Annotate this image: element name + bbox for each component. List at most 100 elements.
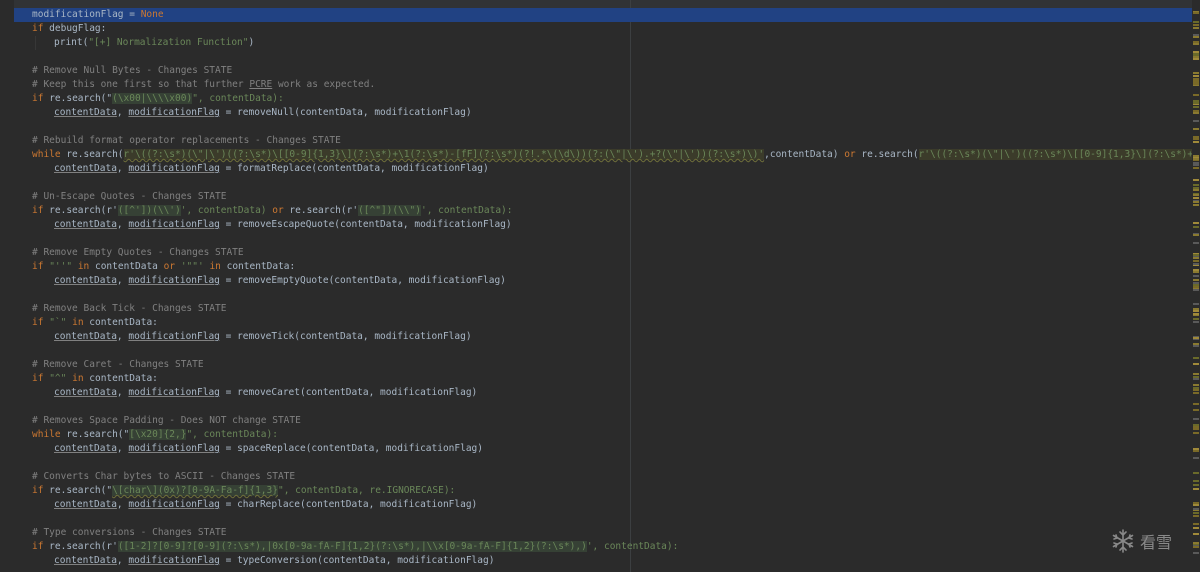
scrollbar-marker: [1193, 184, 1199, 186]
scrollbar-marker: [1193, 51, 1199, 53]
scrollbar-marker: [1193, 546, 1199, 548]
scrollbar-marker: [1193, 260, 1199, 262]
code-line[interactable]: if re.search("\[char\](0x)?[0-9A-Fa-f]{1…: [32, 484, 455, 498]
code-line[interactable]: while re.search(r'\((?:\s*)(\"|\')((?:\s…: [32, 148, 1192, 162]
code-comment[interactable]: # Remove Caret - Changes STATE: [32, 358, 204, 372]
scrollbar-marker: [1193, 313, 1199, 315]
scrollbar-marker: [1193, 484, 1199, 486]
scrollbar-marker: [1193, 102, 1199, 104]
code-editor[interactable]: modificationFlag = None if debugFlag: pr…: [0, 0, 1192, 572]
code-line[interactable]: if "`" in contentData:: [32, 316, 158, 330]
scrollbar-marker: [1193, 162, 1199, 164]
scrollbar-marker: [1193, 201, 1199, 203]
scrollbar-marker: [1193, 100, 1199, 102]
code-comment[interactable]: # Rebuild format operator replacements -…: [32, 134, 341, 148]
code-line[interactable]: if debugFlag:: [32, 22, 106, 36]
scrollbar-marker: [1193, 234, 1199, 236]
scrollbar-marker: [1193, 321, 1199, 323]
scrollbar-marker: [1193, 387, 1199, 389]
scrollbar-marker: [1193, 318, 1199, 320]
scrollbar-marker: [1193, 373, 1199, 375]
code-line[interactable]: contentData, modificationFlag = spaceRep…: [54, 442, 483, 456]
code-line[interactable]: modificationFlag = None: [14, 8, 1192, 22]
code-line[interactable]: if "''" in contentData or '""' in conten…: [32, 260, 295, 274]
code-line[interactable]: contentData, modificationFlag = removeEs…: [54, 218, 512, 232]
scrollbar-marker: [1193, 289, 1199, 291]
scrollbar-marker: [1193, 164, 1199, 166]
code-comment[interactable]: # Type conversions - Changes STATE: [32, 526, 226, 540]
code-comment[interactable]: # Keep this one first so that further PC…: [32, 78, 375, 92]
scrollbar-marker: [1193, 43, 1199, 45]
code-comment[interactable]: # Remove Null Bytes - Changes STATE: [32, 64, 232, 78]
watermark-text: 看雪: [1140, 533, 1173, 552]
scrollbar-marker: [1193, 138, 1199, 140]
code-line[interactable]: contentData, modificationFlag = charRepl…: [54, 498, 477, 512]
scrollbar-marker: [1193, 158, 1199, 160]
vertical-scrollbar[interactable]: [1192, 8, 1200, 572]
scrollbar-marker: [1193, 128, 1199, 130]
scrollbar-marker: [1193, 418, 1199, 420]
scrollbar-marker: [1193, 450, 1199, 452]
scrollbar-marker: [1193, 179, 1199, 181]
scrollbar-marker: [1193, 384, 1199, 386]
code-line[interactable]: contentData, modificationFlag = typeConv…: [54, 554, 494, 568]
scrollbar-marker: [1193, 141, 1199, 143]
scrollbar-marker: [1193, 106, 1199, 108]
scrollbar-marker: [1193, 523, 1199, 525]
scrollbar-marker: [1193, 222, 1199, 224]
scrollbar-marker: [1193, 275, 1199, 277]
code-line[interactable]: contentData, modificationFlag = removeNu…: [54, 106, 472, 120]
scrollbar-marker: [1193, 310, 1199, 312]
code-line[interactable]: contentData, modificationFlag = formatRe…: [54, 162, 489, 176]
scrollbar-marker: [1193, 58, 1199, 60]
scrollbar-marker: [1193, 472, 1199, 474]
scrollbar-marker: [1193, 504, 1199, 506]
scrollbar-marker: [1193, 279, 1199, 281]
scrollbar-marker: [1193, 542, 1199, 544]
scrollbar-marker: [1193, 41, 1199, 43]
scrollbar-marker: [1193, 204, 1199, 206]
scrollbar-marker: [1193, 120, 1199, 122]
code-comment[interactable]: # Un-Escape Quotes - Changes STATE: [32, 190, 226, 204]
scrollbar-marker: [1193, 21, 1199, 23]
code-line[interactable]: if re.search("(\x00|\\\\x00)", contentDa…: [32, 92, 284, 106]
scrollbar-marker: [1193, 271, 1199, 273]
scrollbar-marker: [1193, 56, 1199, 58]
scrollbar-marker: [1193, 457, 1199, 459]
scrollbar-marker: [1193, 187, 1199, 189]
watermark: 看雪: [1110, 527, 1190, 555]
scrollbar-marker: [1193, 263, 1199, 265]
scrollbar-marker: [1193, 197, 1199, 199]
code-comment[interactable]: # Removes Space Padding - Does NOT chang…: [32, 414, 301, 428]
scrollbar-marker: [1193, 512, 1199, 514]
code-line[interactable]: while re.search("[\x20]{2,}", contentDat…: [32, 428, 278, 442]
code-line[interactable]: if re.search(r'([^'])(\\')', contentData…: [32, 204, 513, 218]
scrollbar-marker: [1193, 269, 1199, 271]
scrollbar-marker: [1193, 376, 1199, 378]
scrollbar-marker: [1193, 363, 1199, 365]
scrollbar-marker: [1193, 72, 1199, 74]
indent-guide: [35, 36, 36, 50]
scrollbar-marker: [1193, 194, 1199, 196]
scrollbar-marker: [1193, 12, 1199, 14]
scrollbar-marker: [1193, 345, 1199, 347]
code-comment[interactable]: # Remove Back Tick - Changes STATE: [32, 302, 226, 316]
scrollbar-marker: [1193, 83, 1199, 85]
code-line[interactable]: print("[+] Normalization Function"): [54, 36, 254, 50]
code-line[interactable]: contentData, modificationFlag = removeTi…: [54, 330, 472, 344]
scrollbar-marker: [1193, 257, 1199, 259]
scrollbar-marker: [1193, 36, 1199, 38]
scrollbar-marker: [1193, 189, 1199, 191]
scrollbar-marker: [1193, 254, 1199, 256]
scrollbar-marker: [1193, 167, 1199, 169]
code-line[interactable]: if "^" in contentData:: [32, 372, 158, 386]
code-comment[interactable]: # Converts Char bytes to ASCII - Changes…: [32, 470, 295, 484]
code-line[interactable]: contentData, modificationFlag = removeCa…: [54, 386, 477, 400]
code-comment[interactable]: # Remove Empty Quotes - Changes STATE: [32, 246, 244, 260]
variable: modificationFlag: [32, 9, 124, 20]
editor-gutter: [0, 0, 14, 572]
scrollbar-marker: [1193, 286, 1199, 288]
scrollbar-marker: [1193, 337, 1199, 339]
code-line[interactable]: if re.search(r'([1-2]?[0-9]?[0-9](?:\s*)…: [32, 540, 678, 554]
code-line[interactable]: contentData, modificationFlag = removeEm…: [54, 274, 506, 288]
